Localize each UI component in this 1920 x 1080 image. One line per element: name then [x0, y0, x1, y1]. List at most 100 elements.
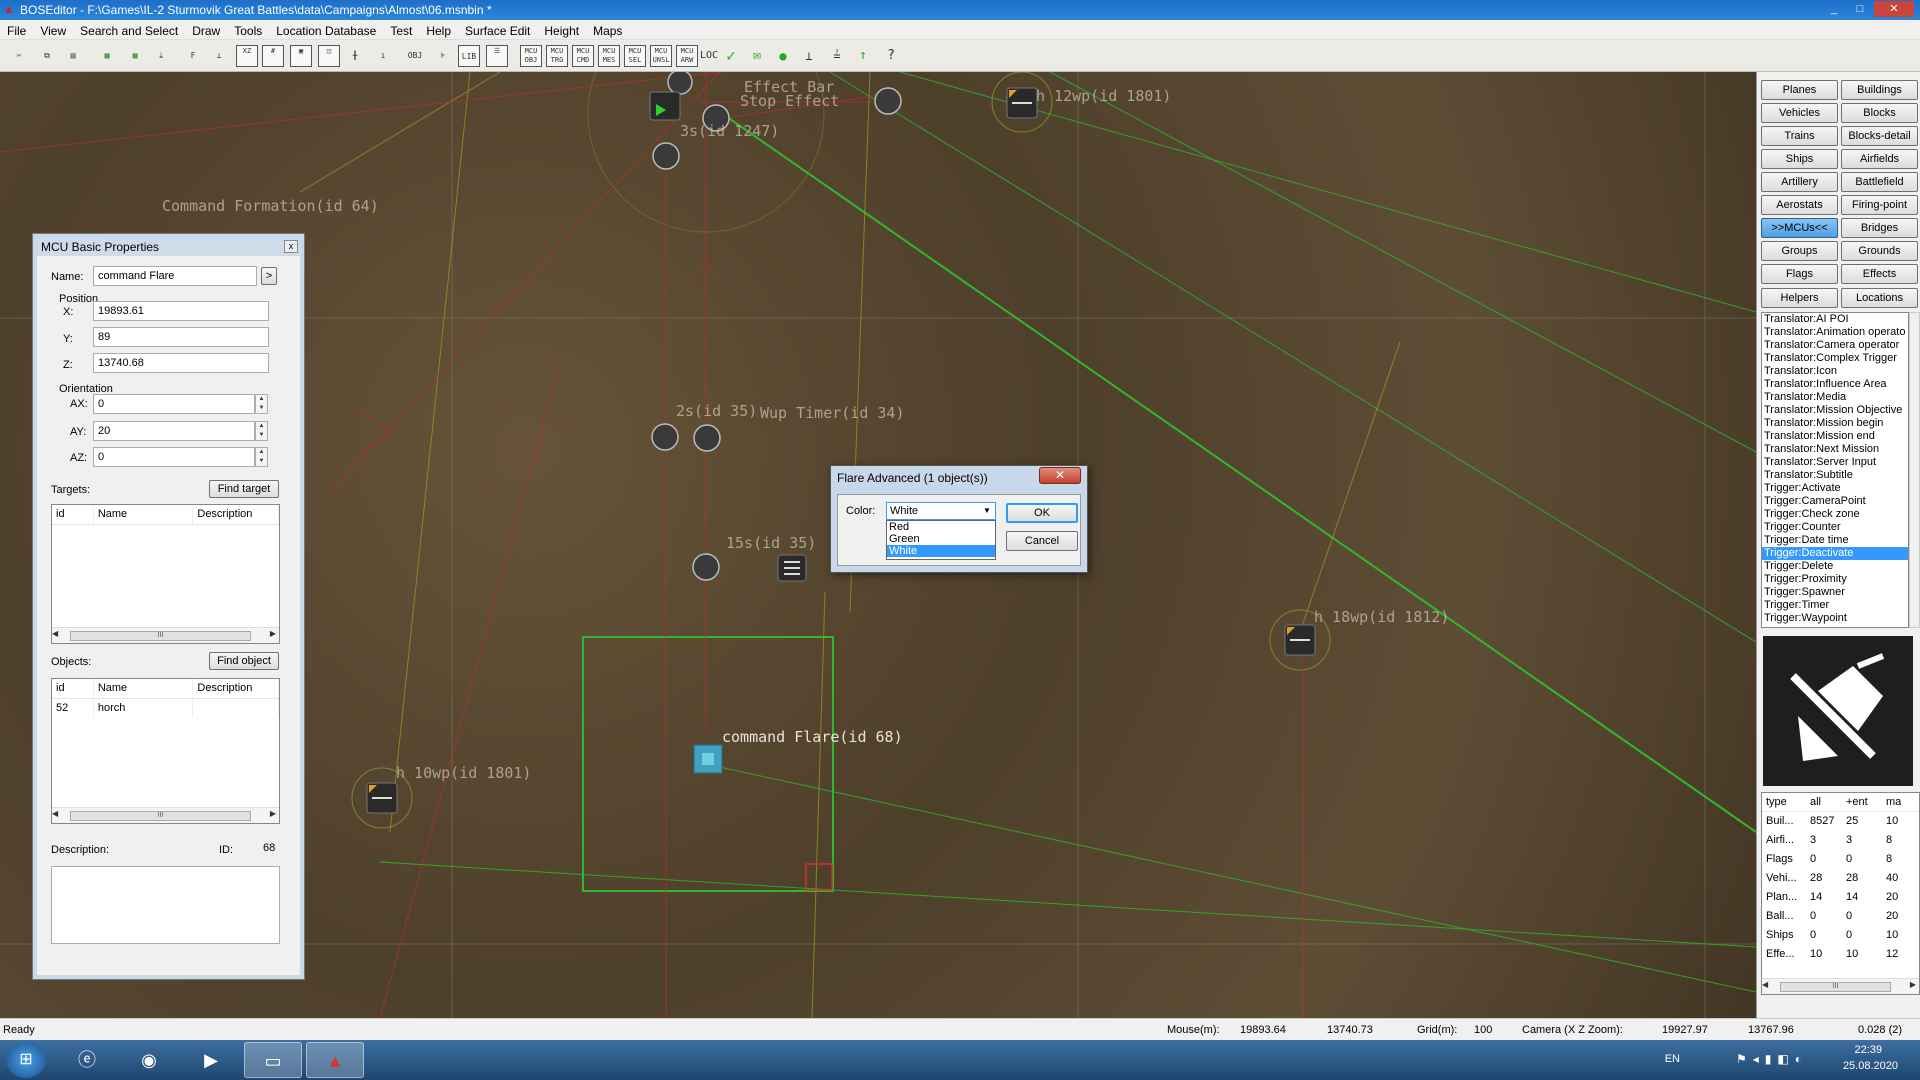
- explorer-icon[interactable]: ▭: [244, 1042, 302, 1078]
- list-item[interactable]: Trigger:Counter: [1762, 521, 1908, 534]
- objects-table[interactable]: id Name Description 52 horch ◀ III ▶: [51, 678, 280, 824]
- map-label[interactable]: h 18wp(id 1812): [1314, 608, 1449, 626]
- targets-hscroll[interactable]: ◀ III ▶: [52, 627, 279, 643]
- list-item[interactable]: Translator:AI POI: [1762, 313, 1908, 326]
- list-item-selected[interactable]: Trigger:Deactivate: [1762, 547, 1908, 560]
- list-item[interactable]: Trigger:Delete: [1762, 560, 1908, 573]
- loc-button[interactable]: LOC: [698, 45, 720, 67]
- tray-icons[interactable]: ⚑◂▮◧◐: [1736, 1052, 1808, 1066]
- y-field[interactable]: 89: [93, 327, 269, 347]
- map-label[interactable]: Wup Timer(id 34): [760, 404, 905, 422]
- artillery-button[interactable]: Artillery: [1761, 172, 1838, 192]
- col-name[interactable]: Name: [94, 505, 194, 524]
- table-row[interactable]: Plan... 14 14 20: [1762, 888, 1919, 907]
- targets-table[interactable]: id Name Description ◀ III ▶: [51, 504, 280, 644]
- menu-height[interactable]: Height: [537, 20, 586, 39]
- mcu-unsl-button[interactable]: MCU UNSL: [650, 45, 672, 67]
- stats-hscroll[interactable]: ◀ III ▶: [1762, 978, 1919, 994]
- chrome-icon[interactable]: ◉: [120, 1042, 178, 1078]
- dialog-close-button[interactable]: ✕: [1039, 467, 1081, 484]
- col-name[interactable]: Name: [94, 679, 194, 698]
- ships-button[interactable]: Ships: [1761, 149, 1838, 169]
- table-row[interactable]: Effe... 10 10 12: [1762, 945, 1919, 964]
- list-item[interactable]: Translator:Mission Objective: [1762, 404, 1908, 417]
- list-item[interactable]: Trigger:Proximity: [1762, 573, 1908, 586]
- list-item[interactable]: Trigger:Waypoint: [1762, 612, 1908, 625]
- clock-time[interactable]: 22:39: [1854, 1044, 1882, 1056]
- col-id[interactable]: id: [52, 505, 94, 524]
- menu-test[interactable]: Test: [383, 20, 419, 39]
- clock-date[interactable]: 25.08.2020: [1843, 1060, 1898, 1072]
- group-icon[interactable]: ▦: [96, 45, 118, 67]
- color-dropdown[interactable]: Red Green White: [886, 520, 996, 560]
- chevron-down-icon[interactable]: ▼: [980, 504, 994, 518]
- airfields-button[interactable]: Airfields: [1841, 149, 1918, 169]
- ground-icon[interactable]: ⊥: [208, 45, 230, 67]
- drop-icon[interactable]: ⤓: [150, 45, 172, 67]
- menu-surface-edit[interactable]: Surface Edit: [458, 20, 537, 39]
- lib-button[interactable]: LIB: [458, 45, 480, 67]
- panel-close-button[interactable]: x: [284, 240, 298, 253]
- mcu-list-scrollbar[interactable]: [1909, 312, 1920, 628]
- locations-button[interactable]: Locations: [1841, 288, 1918, 308]
- xz-icon[interactable]: XZ: [236, 45, 258, 67]
- dot-icon[interactable]: ●: [772, 45, 794, 67]
- ruler-icon[interactable]: ⊥: [798, 45, 820, 67]
- z-field[interactable]: 13740.68: [93, 353, 269, 373]
- check-icon[interactable]: ✓: [720, 45, 742, 67]
- description-field[interactable]: [51, 866, 280, 944]
- table-row[interactable]: Buil... 8527 25 10: [1762, 812, 1919, 831]
- bridges-button[interactable]: Bridges: [1841, 218, 1918, 238]
- cancel-button[interactable]: Cancel: [1006, 531, 1078, 551]
- maximize-button[interactable]: □: [1848, 1, 1872, 17]
- menu-view[interactable]: View: [33, 20, 73, 39]
- mcu-arw-button[interactable]: MCU ARW: [676, 45, 698, 67]
- ax-field[interactable]: 0: [93, 394, 255, 414]
- mcu-obj-button[interactable]: MCU OBJ: [520, 45, 542, 67]
- start-button[interactable]: ⊞: [6, 1042, 46, 1078]
- media-player-icon[interactable]: ▶: [182, 1042, 240, 1078]
- list-item[interactable]: Translator:Complex Trigger: [1762, 352, 1908, 365]
- table-row[interactable]: Flags 0 0 8: [1762, 850, 1919, 869]
- map-label[interactable]: 3s(id 1247): [680, 122, 779, 140]
- ay-stepper[interactable]: ▲ ▼: [255, 421, 268, 441]
- blocks-button[interactable]: Blocks: [1841, 103, 1918, 123]
- list-item[interactable]: Translator:Media: [1762, 391, 1908, 404]
- map-label[interactable]: 2s(id 35): [676, 402, 757, 420]
- obj-icon[interactable]: ◫: [318, 45, 340, 67]
- az-field[interactable]: 0: [93, 447, 255, 467]
- list-item[interactable]: Translator:Camera operator: [1762, 339, 1908, 352]
- trains-button[interactable]: Trains: [1761, 126, 1838, 146]
- arrow-up-icon[interactable]: ↑: [852, 45, 874, 67]
- objects-hscroll[interactable]: ◀ III ▶: [52, 807, 279, 823]
- close-button[interactable]: ✕: [1874, 1, 1914, 17]
- map-label[interactable]: 15s(id 35): [726, 534, 816, 552]
- marker-icon[interactable]: ı: [372, 45, 394, 67]
- list-item[interactable]: Translator:Animation operato: [1762, 326, 1908, 339]
- mcu-cmd-button[interactable]: MCU CMD: [572, 45, 594, 67]
- fence-icon[interactable]: ╫: [344, 45, 366, 67]
- name-goto-button[interactable]: >: [261, 267, 277, 285]
- menu-help[interactable]: Help: [419, 20, 458, 39]
- ok-button[interactable]: OK: [1006, 503, 1078, 523]
- snap-icon[interactable]: ▣: [290, 45, 312, 67]
- mail-icon[interactable]: ✉: [746, 45, 768, 67]
- list-item[interactable]: Trigger:Check zone: [1762, 508, 1908, 521]
- col-description[interactable]: Description: [193, 505, 279, 524]
- list-item[interactable]: Translator:Next Mission: [1762, 443, 1908, 456]
- table-row[interactable]: Vehi... 28 28 40: [1762, 869, 1919, 888]
- list-item[interactable]: Trigger:CameraPoint: [1762, 495, 1908, 508]
- ax-stepper[interactable]: ▲ ▼: [255, 394, 268, 414]
- az-stepper[interactable]: ▲ ▼: [255, 447, 268, 467]
- menu-file[interactable]: File: [0, 20, 33, 39]
- menu-maps[interactable]: Maps: [586, 20, 629, 39]
- language-indicator[interactable]: EN: [1665, 1053, 1680, 1065]
- menu-search-select[interactable]: Search and Select: [73, 20, 185, 39]
- list-icon[interactable]: ☰: [486, 45, 508, 67]
- color-option-red[interactable]: Red: [887, 521, 995, 533]
- copy-icon[interactable]: ⧉: [36, 45, 58, 67]
- cut-icon[interactable]: ✂: [8, 45, 30, 67]
- aerostats-button[interactable]: Aerostats: [1761, 195, 1838, 215]
- find-object-button[interactable]: Find object: [209, 652, 279, 670]
- mcus-button[interactable]: >>MCUs<<: [1761, 218, 1838, 238]
